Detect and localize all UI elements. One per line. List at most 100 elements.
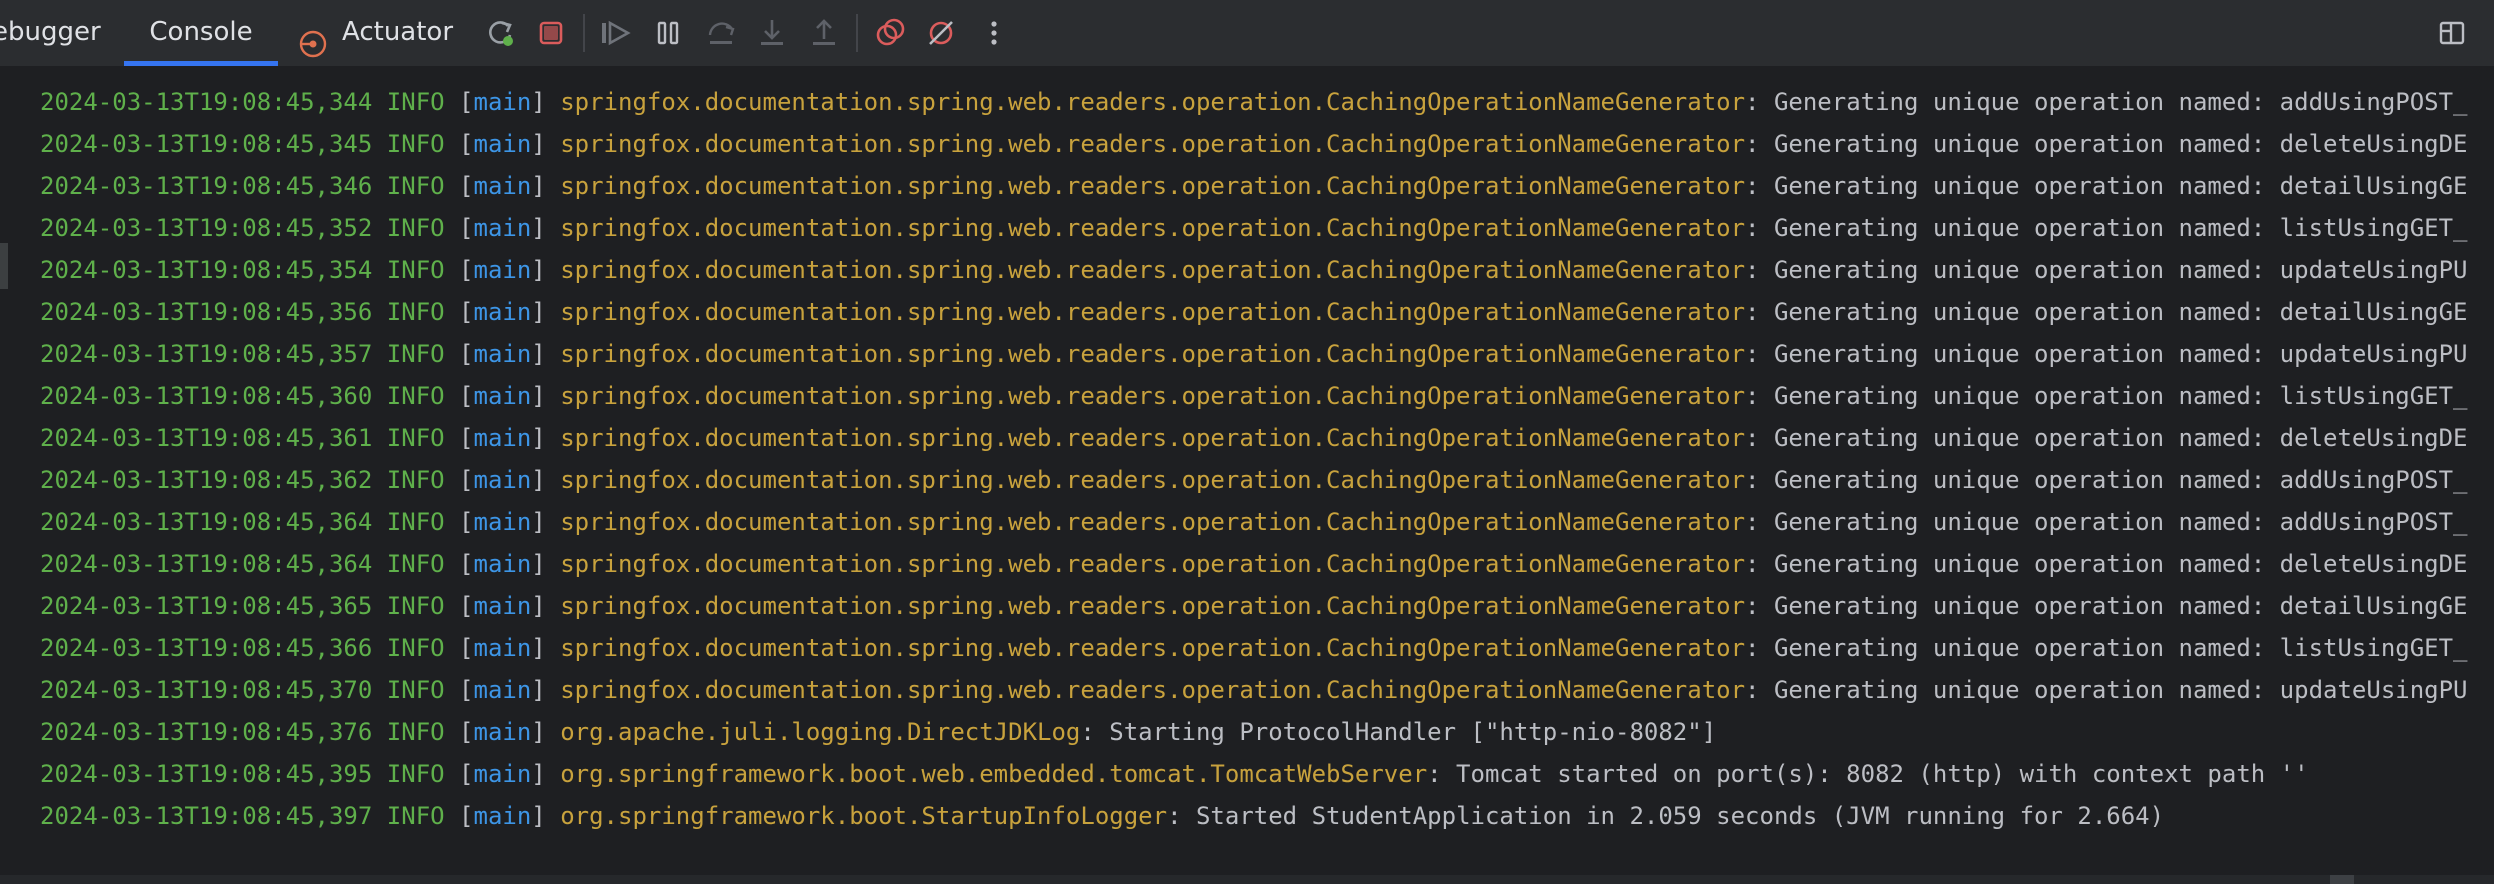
bracket-close: ] bbox=[531, 340, 561, 368]
log-logger: springfox.documentation.spring.web.reade… bbox=[560, 214, 1746, 242]
console-output[interactable]: 2024-03-13T19:08:45,344 INFO [main] spri… bbox=[0, 67, 2494, 884]
mute-breakpoints-icon[interactable] bbox=[923, 15, 959, 51]
log-thread: main bbox=[473, 466, 532, 494]
active-tab-indicator bbox=[124, 61, 278, 66]
pause-icon[interactable] bbox=[650, 15, 686, 51]
more-options-icon[interactable] bbox=[976, 15, 1012, 51]
bracket-open: [ bbox=[459, 466, 474, 494]
log-message: : Generating unique operation named: del… bbox=[1745, 550, 2468, 578]
log-message: : Generating unique operation named: det… bbox=[1745, 592, 2468, 620]
horizontal-scrollbar[interactable] bbox=[0, 875, 2494, 884]
bracket-close: ] bbox=[531, 466, 561, 494]
log-level: INFO bbox=[386, 88, 445, 116]
step-into-icon[interactable] bbox=[754, 15, 790, 51]
bracket-close: ] bbox=[531, 508, 561, 536]
log-message: : Tomcat started on port(s): 8082 (http)… bbox=[1427, 760, 2309, 788]
log-timestamp: 2024-03-13T19:08:45,362 bbox=[40, 466, 373, 494]
log-logger: org.apache.juli.logging.DirectJDKLog bbox=[560, 718, 1081, 746]
log-level: INFO bbox=[386, 466, 445, 494]
tab-console[interactable]: Console bbox=[124, 0, 278, 66]
bracket-close: ] bbox=[531, 214, 561, 242]
log-timestamp: 2024-03-13T19:08:45,376 bbox=[40, 718, 373, 746]
log-level: INFO bbox=[386, 508, 445, 536]
actuator-icon bbox=[298, 19, 328, 58]
resume-icon[interactable] bbox=[597, 15, 633, 51]
bracket-open: [ bbox=[459, 802, 474, 830]
bracket-open: [ bbox=[459, 298, 474, 326]
log-timestamp: 2024-03-13T19:08:45,366 bbox=[40, 634, 373, 662]
horizontal-scrollbar-thumb[interactable] bbox=[2330, 875, 2354, 884]
tab-debugger[interactable]: ebugger bbox=[0, 0, 101, 66]
log-line: 2024-03-13T19:08:45,366 INFO [main] spri… bbox=[40, 627, 2470, 669]
log-line: 2024-03-13T19:08:45,345 INFO [main] spri… bbox=[40, 123, 2470, 165]
log-thread: main bbox=[473, 508, 532, 536]
log-logger: springfox.documentation.spring.web.reade… bbox=[560, 424, 1746, 452]
log-thread: main bbox=[473, 214, 532, 242]
log-level: INFO bbox=[386, 550, 445, 578]
log-line: 2024-03-13T19:08:45,365 INFO [main] spri… bbox=[40, 585, 2470, 627]
log-message: : Generating unique operation named: add… bbox=[1745, 466, 2468, 494]
log-line: 2024-03-13T19:08:45,352 INFO [main] spri… bbox=[40, 207, 2470, 249]
log-message: : Generating unique operation named: del… bbox=[1745, 424, 2468, 452]
bracket-open: [ bbox=[459, 88, 474, 116]
log-message: : Generating unique operation named: upd… bbox=[1745, 340, 2468, 368]
log-thread: main bbox=[473, 340, 532, 368]
log-timestamp: 2024-03-13T19:08:45,354 bbox=[40, 256, 373, 284]
log-timestamp: 2024-03-13T19:08:45,364 bbox=[40, 508, 373, 536]
log-logger: springfox.documentation.spring.web.reade… bbox=[560, 88, 1746, 116]
log-timestamp: 2024-03-13T19:08:45,346 bbox=[40, 172, 373, 200]
log-message: : Generating unique operation named: add… bbox=[1745, 508, 2468, 536]
log-logger: springfox.documentation.spring.web.reade… bbox=[560, 298, 1746, 326]
bracket-open: [ bbox=[459, 214, 474, 242]
bracket-close: ] bbox=[531, 550, 561, 578]
log-timestamp: 2024-03-13T19:08:45,345 bbox=[40, 130, 373, 158]
log-level: INFO bbox=[386, 760, 445, 788]
log-line: 2024-03-13T19:08:45,346 INFO [main] spri… bbox=[40, 165, 2470, 207]
log-message: : Generating unique operation named: det… bbox=[1745, 298, 2468, 326]
view-breakpoints-icon[interactable] bbox=[872, 15, 908, 51]
bracket-close: ] bbox=[531, 88, 561, 116]
log-level: INFO bbox=[386, 424, 445, 452]
bracket-open: [ bbox=[459, 508, 474, 536]
log-thread: main bbox=[473, 424, 532, 452]
log-level: INFO bbox=[386, 172, 445, 200]
stop-icon[interactable] bbox=[533, 15, 569, 51]
bracket-open: [ bbox=[459, 592, 474, 620]
tab-actuator-label: Actuator bbox=[342, 17, 454, 47]
log-level: INFO bbox=[386, 214, 445, 242]
bracket-close: ] bbox=[531, 130, 561, 158]
log-level: INFO bbox=[386, 634, 445, 662]
log-timestamp: 2024-03-13T19:08:45,357 bbox=[40, 340, 373, 368]
bracket-open: [ bbox=[459, 172, 474, 200]
layout-icon[interactable] bbox=[2434, 15, 2470, 51]
toolbar-separator bbox=[856, 14, 858, 52]
bracket-close: ] bbox=[531, 298, 561, 326]
bracket-close: ] bbox=[531, 634, 561, 662]
bracket-close: ] bbox=[531, 172, 561, 200]
log-thread: main bbox=[473, 172, 532, 200]
log-level: INFO bbox=[386, 256, 445, 284]
log-message: : Generating unique operation named: upd… bbox=[1745, 676, 2468, 704]
log-lines: 2024-03-13T19:08:45,344 INFO [main] spri… bbox=[40, 81, 2470, 837]
log-message: : Generating unique operation named: lis… bbox=[1745, 382, 2468, 410]
log-message: : Starting ProtocolHandler ["http-nio-80… bbox=[1080, 718, 1717, 746]
rerun-icon[interactable] bbox=[482, 15, 518, 51]
bracket-open: [ bbox=[459, 130, 474, 158]
log-logger: springfox.documentation.spring.web.reade… bbox=[560, 172, 1746, 200]
log-timestamp: 2024-03-13T19:08:45,397 bbox=[40, 802, 373, 830]
bracket-close: ] bbox=[531, 760, 561, 788]
log-logger: springfox.documentation.spring.web.reade… bbox=[560, 130, 1746, 158]
vertical-scrollbar[interactable] bbox=[2454, 67, 2466, 875]
bracket-open: [ bbox=[459, 676, 474, 704]
log-logger: springfox.documentation.spring.web.reade… bbox=[560, 340, 1746, 368]
bracket-close: ] bbox=[531, 382, 561, 410]
log-logger: springfox.documentation.spring.web.reade… bbox=[560, 676, 1746, 704]
bracket-close: ] bbox=[531, 718, 561, 746]
bracket-close: ] bbox=[531, 256, 561, 284]
step-over-icon[interactable] bbox=[704, 15, 740, 51]
log-logger: springfox.documentation.spring.web.reade… bbox=[560, 592, 1746, 620]
log-message: : Generating unique operation named: det… bbox=[1745, 172, 2468, 200]
log-line: 2024-03-13T19:08:45,397 INFO [main] org.… bbox=[40, 795, 2470, 837]
step-out-icon[interactable] bbox=[806, 15, 842, 51]
log-line: 2024-03-13T19:08:45,361 INFO [main] spri… bbox=[40, 417, 2470, 459]
